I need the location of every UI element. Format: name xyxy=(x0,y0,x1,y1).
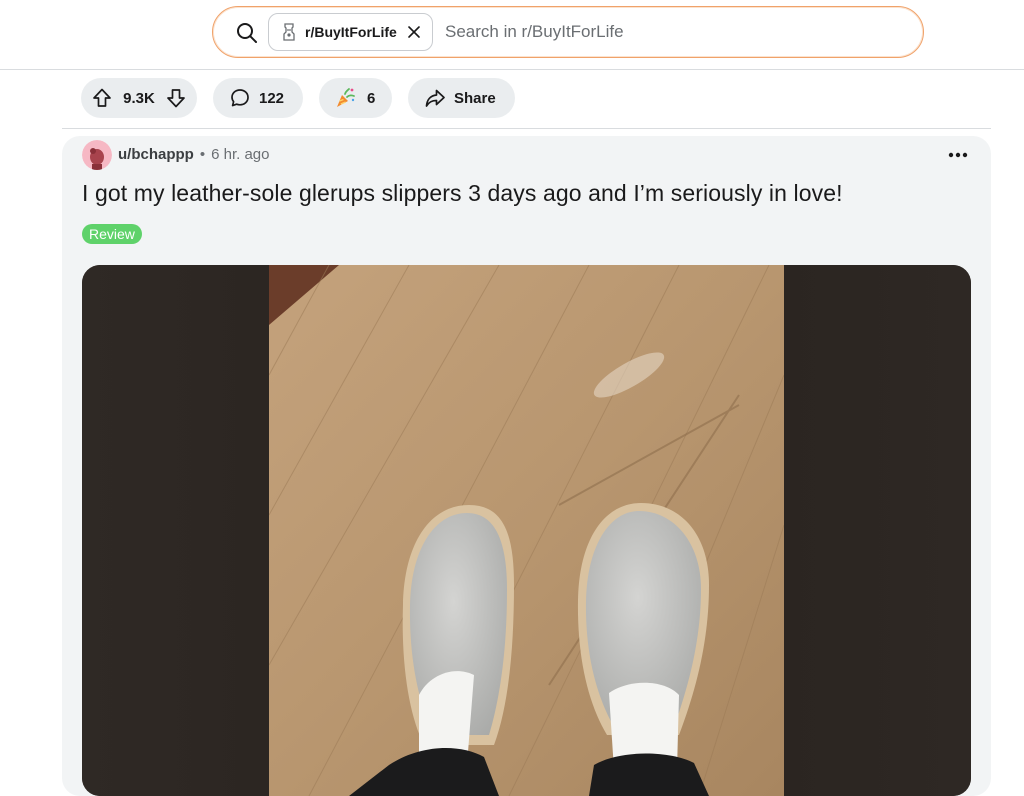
share-label: Share xyxy=(454,89,496,107)
search-icon[interactable] xyxy=(235,21,259,45)
award-icon xyxy=(337,88,355,107)
search-bar[interactable]: r/BuyItForLife xyxy=(212,6,924,58)
avatar[interactable] xyxy=(82,140,112,170)
more-options-icon[interactable] xyxy=(948,152,968,158)
share-button[interactable]: Share xyxy=(408,78,515,118)
top-header: r/BuyItForLife xyxy=(0,0,1024,70)
upvote-icon[interactable] xyxy=(91,87,113,109)
community-chip-label: r/BuyItForLife xyxy=(305,24,397,40)
comments-button[interactable]: 122 xyxy=(213,78,303,118)
community-filter-chip[interactable]: r/BuyItForLife xyxy=(268,13,433,51)
author-username[interactable]: u/bchappp xyxy=(118,146,194,163)
meta-separator: • xyxy=(199,146,206,163)
search-input[interactable] xyxy=(445,17,885,47)
post-meta: u/bchappp • 6 hr. ago xyxy=(118,146,269,163)
post-title[interactable]: I got my leather-sole glerups slippers 3… xyxy=(82,180,843,207)
post-age: 6 hr. ago xyxy=(211,146,270,163)
share-icon xyxy=(425,89,445,107)
vote-score: 9.3K xyxy=(123,89,155,107)
media-backdrop-right xyxy=(784,265,971,796)
post-media[interactable] xyxy=(82,265,971,796)
downvote-icon[interactable] xyxy=(165,87,187,109)
vote-control: 9.3K xyxy=(81,78,197,118)
post-card[interactable]: u/bchappp • 6 hr. ago I got my leather-s… xyxy=(62,136,991,796)
comment-icon xyxy=(231,89,249,107)
close-icon[interactable] xyxy=(407,25,421,39)
divider xyxy=(62,128,991,129)
comment-count: 122 xyxy=(259,89,285,107)
community-icon xyxy=(283,23,295,41)
flair-badge[interactable]: Review xyxy=(82,224,142,244)
award-count: 6 xyxy=(367,89,376,107)
award-button[interactable]: 6 xyxy=(319,78,392,118)
post-image xyxy=(269,265,784,796)
post-action-bar: 9.3K 122 6 Share xyxy=(81,78,515,118)
media-backdrop-left xyxy=(82,265,269,796)
